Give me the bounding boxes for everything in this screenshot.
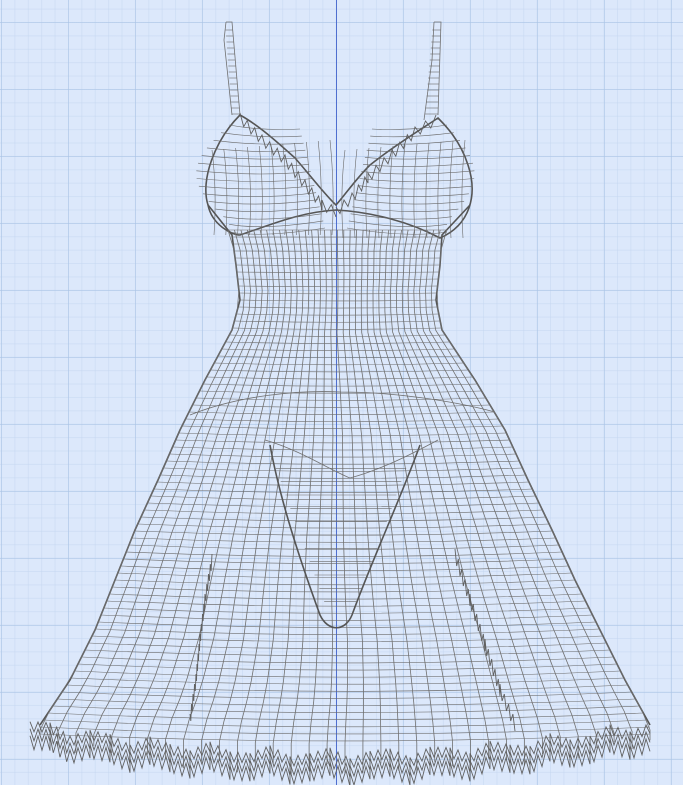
dress-straps	[223, 21, 442, 121]
dress-skirt	[39, 204, 651, 775]
dress-bodice	[196, 114, 475, 239]
dress-wireframe-mesh[interactable]	[0, 0, 683, 785]
3d-viewport[interactable]	[0, 0, 683, 785]
